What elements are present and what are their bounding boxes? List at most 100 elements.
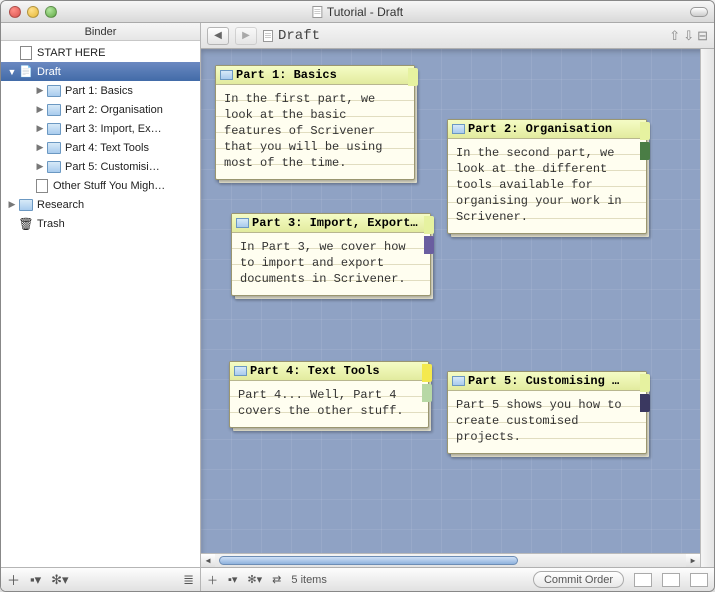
binder-item-part2[interactable]: ▶ Part 2: Organisation [1, 100, 200, 119]
binder-item-other[interactable]: Other Stuff You Migh… [1, 176, 200, 195]
card-tab [424, 216, 434, 234]
card-tab [422, 364, 432, 382]
disclosure-right-icon[interactable]: ▶ [35, 162, 45, 172]
binder-item-part5[interactable]: ▶ Part 5: Customisi… [1, 157, 200, 176]
scroll-left-button[interactable]: ◀ [201, 554, 215, 567]
app-window: Tutorial - Draft Binder START HERE ▼ 📄 D… [0, 0, 715, 592]
binder-item-label: Draft [37, 66, 61, 78]
nav-back-button[interactable]: ◀ [207, 27, 229, 45]
binder-header: Binder [1, 23, 200, 41]
toolbar-toggle[interactable] [690, 7, 708, 17]
editor-footer: ＋ ▪▾ ✻▾ ⇄ 5 items Commit Order [201, 567, 714, 591]
binder-tree[interactable]: START HERE ▼ 📄 Draft ▶ Part 1: Basics ▶ … [1, 41, 200, 567]
disclosure-down-icon[interactable]: ▼ [7, 67, 17, 77]
card-body[interactable]: In the first part, we look at the basic … [216, 85, 414, 179]
gear-menu-button[interactable]: ✻▾ [51, 572, 68, 588]
scrollbar-horizontal[interactable]: ◀ ▶ [201, 553, 700, 567]
card-label-tab [424, 236, 434, 254]
card-body[interactable]: Part 4... Well, Part 4 covers the other … [230, 381, 428, 427]
disclosure-right-icon[interactable]: ▶ [35, 105, 45, 115]
binder-item-research[interactable]: ▶ Research [1, 195, 200, 214]
card-title: Part 1: Basics [236, 68, 337, 82]
add-button[interactable]: ＋ [207, 572, 218, 588]
nav-down-icon[interactable]: ⇩ [683, 28, 694, 44]
card-title: Part 4: Text Tools [250, 364, 380, 378]
card-label-tab [640, 394, 650, 412]
folder-icon [47, 122, 61, 136]
close-button[interactable] [9, 6, 21, 18]
binder-item-part1[interactable]: ▶ Part 1: Basics [1, 81, 200, 100]
folder-icon [236, 218, 249, 228]
breadcrumb[interactable]: Draft [263, 28, 663, 44]
binder-item-label: Part 5: Customisi… [65, 161, 160, 173]
index-card-part1[interactable]: Part 1: Basics In the first part, we loo… [215, 65, 415, 180]
page-icon [19, 46, 33, 60]
trash-icon: 🗑 [19, 217, 33, 231]
nav-split-icon[interactable]: ⊟ [697, 28, 708, 44]
binder-item-trash[interactable]: ▶ 🗑 Trash [1, 214, 200, 233]
binder-item-label: Other Stuff You Migh… [53, 180, 165, 192]
card-title-bar[interactable]: Part 4: Text Tools [230, 362, 428, 381]
card-tab [640, 374, 650, 392]
add-button[interactable]: ＋ [7, 570, 20, 589]
view-mode-split[interactable] [662, 573, 680, 587]
card-title-bar[interactable]: Part 5: Customising … [448, 372, 646, 391]
card-title-bar[interactable]: Part 1: Basics [216, 66, 414, 85]
card-title: Part 5: Customising … [468, 374, 619, 388]
nav-forward-button[interactable]: ▶ [235, 27, 257, 45]
minimize-button[interactable] [27, 6, 39, 18]
index-card-part5[interactable]: Part 5: Customising … Part 5 shows you h… [447, 371, 647, 454]
folder-icon [220, 70, 233, 80]
scrollbar-vertical[interactable] [700, 49, 714, 567]
zoom-button[interactable] [45, 6, 57, 18]
index-card-part2[interactable]: Part 2: Organisation In the second part,… [447, 119, 647, 234]
binder-item-start-here[interactable]: START HERE [1, 43, 200, 62]
index-card-part3[interactable]: Part 3: Import, Export… In Part 3, we co… [231, 213, 431, 296]
index-card-part4[interactable]: Part 4: Text Tools Part 4... Well, Part … [229, 361, 429, 428]
card-tab [640, 122, 650, 140]
card-title-bar[interactable]: Part 3: Import, Export… [232, 214, 430, 233]
scroll-right-button[interactable]: ▶ [686, 554, 700, 567]
folder-icon [452, 124, 465, 134]
card-title-bar[interactable]: Part 2: Organisation [448, 120, 646, 139]
binder-item-label: Part 1: Basics [65, 85, 133, 97]
folder-icon [47, 103, 61, 117]
binder-item-draft[interactable]: ▼ 📄 Draft [1, 62, 200, 81]
corkboard[interactable]: Part 1: Basics In the first part, we loo… [201, 49, 714, 567]
nav-right-icons: ⇧ ⇩ ⊟ [669, 28, 708, 44]
binder-item-part4[interactable]: ▶ Part 4: Text Tools [1, 138, 200, 157]
disclosure-right-icon[interactable]: ▶ [35, 124, 45, 134]
list-icon[interactable]: ≣ [183, 572, 194, 588]
disclosure-right-icon[interactable]: ▶ [35, 86, 45, 96]
folder-icon [47, 160, 61, 174]
view-mode-single[interactable] [634, 573, 652, 587]
binder-footer: ＋ ▪▾ ✻▾ ≣ [1, 567, 200, 591]
card-body[interactable]: In the second part, we look at the diffe… [448, 139, 646, 233]
window-title: Tutorial - Draft [312, 5, 403, 19]
folder-icon [452, 376, 465, 386]
card-body[interactable]: In Part 3, we cover how to import and ex… [232, 233, 430, 295]
binder-item-part3[interactable]: ▶ Part 3: Import, Ex… [1, 119, 200, 138]
folder-menu-button[interactable]: ▪▾ [30, 572, 41, 588]
page-icon [35, 179, 49, 193]
nav-up-icon[interactable]: ⇧ [669, 28, 680, 44]
gear-menu-button[interactable]: ✻▾ [247, 573, 262, 586]
folder-menu-button[interactable]: ▪▾ [228, 573, 237, 586]
commit-order-button[interactable]: Commit Order [533, 571, 624, 588]
disclosure-right-icon[interactable]: ▶ [7, 200, 17, 210]
card-label-tab [422, 384, 432, 402]
disclosure-right-icon[interactable]: ▶ [35, 143, 45, 153]
window-title-text: Tutorial - Draft [327, 5, 403, 19]
scroll-thumb[interactable] [219, 556, 518, 565]
window-body: Binder START HERE ▼ 📄 Draft ▶ Part 1: Ba… [1, 23, 714, 591]
shuffle-button[interactable]: ⇄ [272, 573, 281, 586]
binder-item-label: Part 3: Import, Ex… [65, 123, 162, 135]
card-tab [408, 68, 418, 86]
binder-sidebar: Binder START HERE ▼ 📄 Draft ▶ Part 1: Ba… [1, 23, 201, 591]
editor-navbar: ◀ ▶ Draft ⇧ ⇩ ⊟ [201, 23, 714, 49]
card-label-tab [640, 142, 650, 160]
titlebar[interactable]: Tutorial - Draft [1, 1, 714, 23]
card-body[interactable]: Part 5 shows you how to create customise… [448, 391, 646, 453]
binder-item-label: Part 4: Text Tools [65, 142, 149, 154]
view-mode-grid[interactable] [690, 573, 708, 587]
